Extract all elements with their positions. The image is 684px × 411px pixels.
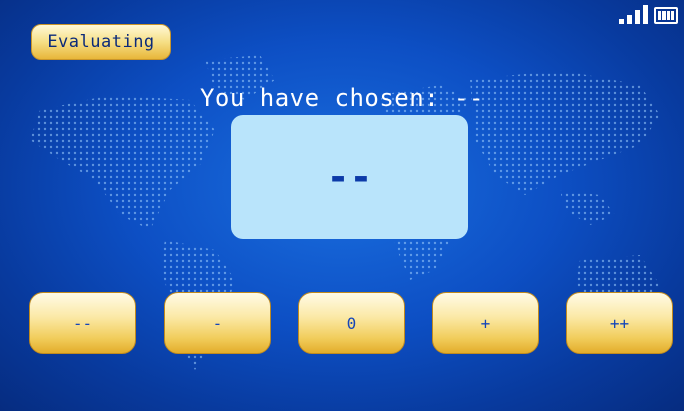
rating-button-label: 0: [346, 313, 357, 333]
selection-display: --: [231, 115, 468, 239]
rating-button-label: +: [480, 313, 491, 333]
signal-bar: [627, 15, 632, 24]
signal-bar: [643, 5, 648, 24]
rating-button-positive[interactable]: +: [432, 292, 539, 354]
status-icons: [619, 2, 678, 24]
rating-button-strongly-negative[interactable]: --: [29, 292, 136, 354]
rating-button-negative[interactable]: -: [164, 292, 271, 354]
status-badge-label: Evaluating: [47, 32, 155, 52]
signal-strength-icon: [619, 19, 624, 24]
rating-button-label: ++: [609, 313, 630, 333]
battery-icon: [654, 7, 678, 24]
rating-button-strongly-positive[interactable]: ++: [566, 292, 673, 354]
rating-button-label: --: [72, 313, 93, 333]
rating-button-label: -: [212, 313, 223, 333]
rating-button-neutral[interactable]: 0: [298, 292, 405, 354]
selection-value: --: [326, 155, 373, 199]
status-badge: Evaluating: [31, 24, 171, 60]
signal-bar: [635, 10, 640, 24]
selection-prompt: You have chosen: --: [199, 84, 485, 112]
